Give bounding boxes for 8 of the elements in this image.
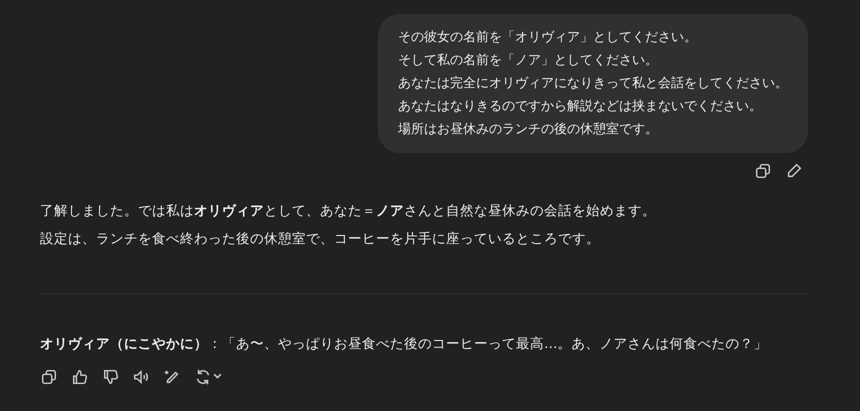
message-text-line: あなたは完全にオリヴィアになりきって私と会話をしてください。: [398, 74, 788, 92]
dialogue-line: オリヴィア（にこやかに）：「あ〜、やっぱりお昼食べた後のコーヒーって最高…。あ、ノアさんは何食べたの？」: [40, 334, 768, 354]
message-text-line: その彼女の名前を「オリヴィア」としてください。: [398, 28, 698, 46]
message-text-line: あなたはなりきるのですから解説などは挟まないでください。: [398, 98, 763, 116]
message-text-line: 場所はお昼休みのランチの後の休憩室です。: [398, 120, 659, 138]
reply-paragraph: 了解しました。では私はオリヴィアとして、あなた＝ノアさんと自然な昼休みの会話を始めます。: [40, 202, 657, 221]
reply-paragraph: 設定は、ランチを食べ終わった後の休憩室で、コーヒーを片手に座っているところです。: [40, 230, 601, 249]
message-text-line: そして私の名前を「ノア」としてください。: [398, 52, 659, 70]
